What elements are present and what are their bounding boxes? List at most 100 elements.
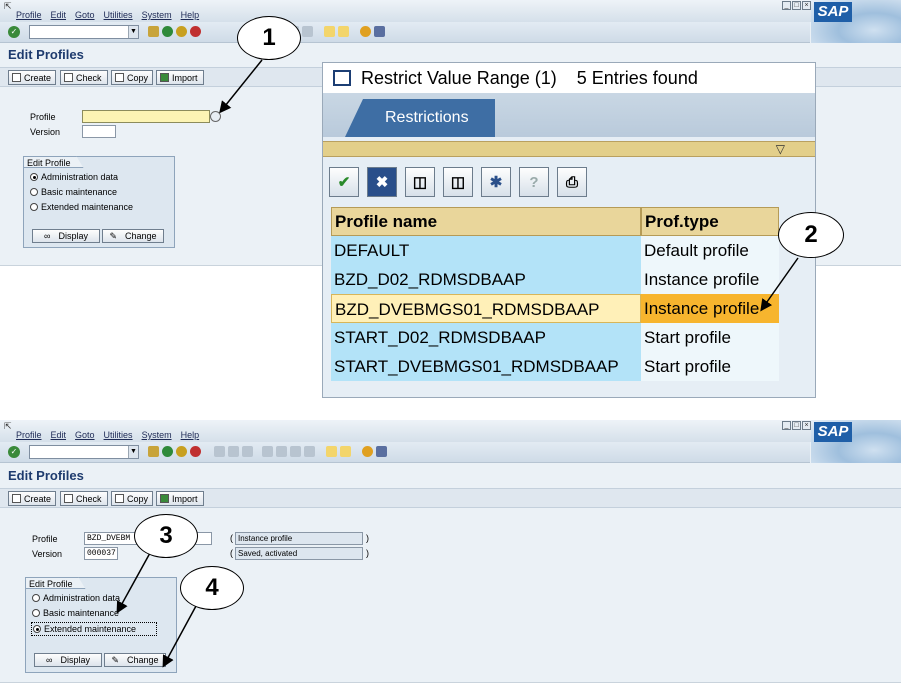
radio-extended-maintenance[interactable]: Extended maintenance (30, 202, 133, 212)
table-row-prof-type-selected[interactable]: Instance profile (641, 294, 779, 323)
version-label: Version (32, 549, 63, 559)
menu-edit[interactable]: Edit (51, 10, 67, 20)
command-field[interactable]: ▼ (29, 445, 139, 459)
back-icon[interactable] (162, 26, 173, 37)
find-icon[interactable] (228, 446, 239, 457)
window-icon[interactable]: ⇱ (4, 421, 12, 432)
previous-page-icon[interactable] (276, 446, 287, 457)
table-row-prof-type[interactable]: Start profile (641, 352, 779, 381)
check-button[interactable]: Check (60, 70, 108, 85)
menu-utilities[interactable]: Utilities (104, 430, 133, 440)
create-session-icon[interactable] (326, 446, 337, 457)
radio-administration-data[interactable]: Administration data (32, 593, 120, 603)
table-row-prof-type[interactable]: Instance profile (641, 265, 779, 294)
profile-input[interactable] (82, 110, 210, 123)
window-icon[interactable]: ⇱ (4, 1, 12, 12)
menu-goto[interactable]: Goto (75, 430, 95, 440)
radio-administration-data[interactable]: Administration data (30, 172, 118, 182)
enter-icon[interactable]: ✓ (8, 446, 20, 458)
ok-icon[interactable]: ✔ (329, 167, 359, 197)
create-session-icon[interactable] (324, 26, 335, 37)
create-button[interactable]: Create (8, 491, 56, 506)
change-button[interactable]: ✎ Change (102, 229, 164, 243)
value-help-icon[interactable] (210, 111, 221, 122)
radio-extended-maintenance[interactable]: Extended maintenance (31, 622, 157, 636)
cancel-icon[interactable] (190, 26, 201, 37)
chevron-down-icon[interactable]: ▼ (128, 26, 138, 38)
display-button[interactable]: ∞ Display (34, 653, 102, 667)
cancel-icon[interactable] (190, 446, 201, 457)
callout-3: 3 (134, 514, 198, 558)
find-next-icon[interactable] (302, 26, 313, 37)
copy-button[interactable]: Copy (111, 70, 153, 85)
table-row-profile-name[interactable]: START_DVEBMGS01_RDMSDBAAP (331, 352, 641, 381)
table-row-profile-name[interactable]: DEFAULT (331, 236, 641, 265)
version-input[interactable]: 000037 (84, 547, 118, 560)
print-icon[interactable]: ⎙ (557, 167, 587, 197)
cancel-icon[interactable]: ✖ (367, 167, 397, 197)
menu-edit[interactable]: Edit (51, 430, 67, 440)
help-icon[interactable] (360, 26, 371, 37)
menu-utilities[interactable]: Utilities (104, 10, 133, 20)
close-icon[interactable]: × (802, 1, 811, 10)
menu-help[interactable]: Help (181, 10, 200, 20)
find-next-icon[interactable] (242, 446, 253, 457)
print-icon[interactable] (214, 446, 225, 457)
maximize-icon[interactable]: □ (792, 1, 801, 10)
version-status-display: Saved, activated (235, 547, 363, 560)
create-button[interactable]: Create (8, 70, 56, 85)
import-button[interactable]: Import (156, 70, 204, 85)
menu-system[interactable]: System (142, 430, 172, 440)
first-page-icon[interactable] (262, 446, 273, 457)
last-page-icon[interactable] (304, 446, 315, 457)
chevron-down-icon[interactable]: ▼ (128, 446, 138, 458)
help-icon[interactable] (362, 446, 373, 457)
minimize-icon[interactable]: _ (782, 421, 791, 430)
menu-system[interactable]: System (142, 10, 172, 20)
find-icon[interactable]: ◫ (405, 167, 435, 197)
radio-basic-maintenance[interactable]: Basic maintenance (30, 187, 117, 197)
tab-restrictions[interactable]: Restrictions (345, 99, 495, 137)
command-field[interactable]: ▼ (29, 25, 139, 39)
display-button[interactable]: ∞ Display (32, 229, 100, 243)
table-row-prof-type[interactable]: Default profile (641, 236, 779, 265)
menu-help[interactable]: Help (181, 430, 200, 440)
page-title: Edit Profiles (8, 47, 84, 62)
close-icon[interactable]: × (802, 421, 811, 430)
table-row-profile-name[interactable]: BZD_D02_RDMSDBAAP (331, 265, 641, 294)
column-header-profile-name[interactable]: Profile name (331, 207, 641, 236)
table-row-prof-type[interactable]: Start profile (641, 323, 779, 352)
import-icon (160, 494, 169, 503)
back-icon[interactable] (162, 446, 173, 457)
layout-icon[interactable] (374, 26, 385, 37)
enter-icon[interactable]: ✓ (8, 26, 20, 38)
import-button[interactable]: Import (156, 491, 204, 506)
menu-profile[interactable]: Profile (16, 10, 42, 20)
menu-goto[interactable]: Goto (75, 10, 95, 20)
column-header-prof-type[interactable]: Prof.type (641, 207, 779, 236)
save-icon[interactable] (148, 446, 159, 457)
check-button[interactable]: Check (60, 491, 108, 506)
change-button[interactable]: ✎ Change (104, 653, 166, 667)
next-page-icon[interactable] (290, 446, 301, 457)
exit-icon[interactable] (176, 26, 187, 37)
callout-2: 2 (778, 212, 844, 258)
maximize-icon[interactable]: □ (792, 421, 801, 430)
table-row-profile-name[interactable]: START_D02_RDMSDBAAP (331, 323, 641, 352)
glasses-icon: ∞ (46, 655, 53, 665)
radio-basic-maintenance[interactable]: Basic maintenance (32, 608, 119, 618)
menu-profile[interactable]: Profile (16, 430, 42, 440)
profile-label: Profile (30, 112, 56, 122)
copy-button[interactable]: Copy (111, 491, 153, 506)
table-row-profile-name-selected[interactable]: BZD_DVEBMGS01_RDMSDBAAP (331, 294, 641, 323)
minimize-icon[interactable]: _ (782, 1, 791, 10)
save-icon[interactable] (148, 26, 159, 37)
shortcut-icon[interactable] (338, 26, 349, 37)
find-next-icon[interactable]: ◫ (443, 167, 473, 197)
funnel-icon[interactable]: ▽ (776, 142, 785, 156)
exit-icon[interactable] (176, 446, 187, 457)
new-selection-icon[interactable]: ✱ (481, 167, 511, 197)
shortcut-icon[interactable] (340, 446, 351, 457)
layout-icon[interactable] (376, 446, 387, 457)
version-input[interactable] (82, 125, 116, 138)
